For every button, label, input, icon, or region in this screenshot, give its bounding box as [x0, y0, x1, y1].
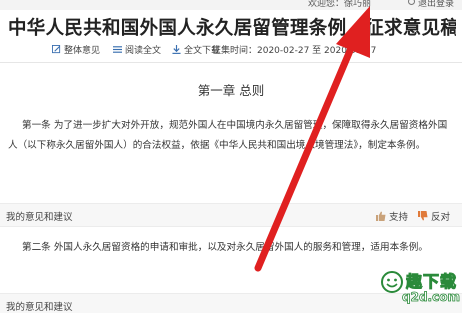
- read-full-label: 阅读全文: [125, 46, 162, 56]
- smiley-logo-icon: [381, 271, 403, 293]
- watermark: 趣下载 q2d.com: [380, 268, 462, 313]
- list-icon: [113, 46, 122, 53]
- meta-toolbar: 整体意见 阅读全文 全文下载 征集时间：2020-02-27 至 2020-03…: [0, 43, 462, 59]
- chapter-title: 第一章 总则: [197, 83, 265, 98]
- welcome-user-text: 欢迎您：徐巧丽: [308, 0, 372, 9]
- thumb-down-icon: [418, 211, 428, 221]
- support-button[interactable]: 支持: [376, 209, 408, 223]
- oppose-label: 反对: [431, 212, 451, 223]
- read-full-button[interactable]: 阅读全文: [113, 43, 161, 56]
- watermark-sub-text: q2d.com: [402, 290, 461, 305]
- my-opinion-link[interactable]: 我的意见和建议: [6, 299, 73, 313]
- overall-opinion-button[interactable]: 整体意见: [52, 43, 100, 56]
- top-bar: 欢迎您：徐巧丽 退出登录: [0, 0, 462, 10]
- article-1-text: 第一条 为了进一步扩大对外开放，规范外国人在中国境内永久居留管理，保障取得永久居…: [8, 120, 448, 151]
- divider: [0, 62, 462, 63]
- oppose-button[interactable]: 反对: [418, 209, 450, 223]
- logout-link[interactable]: 退出登录: [418, 0, 454, 9]
- watermark-main-text: 趣下载: [405, 272, 458, 292]
- support-label: 支持: [389, 212, 409, 223]
- my-opinion-link[interactable]: 我的意见和建议: [6, 209, 73, 223]
- page-title: 中华人民共和国外国人永久居留管理条例（征求意见稿）: [8, 18, 456, 39]
- article-2-text: 第二条 外国人永久居留资格的申请和审批，以及对永久居留外国人的服务和管理，适用本…: [22, 242, 428, 253]
- download-icon: [172, 45, 181, 54]
- opinion-bar-1: 我的意见和建议 支持 反对: [0, 203, 462, 227]
- collection-period: 征集时间：2020-02-27 至 2020-03-27: [212, 46, 377, 56]
- power-icon[interactable]: [408, 0, 415, 5]
- thumb-up-icon: [376, 211, 386, 221]
- overall-opinion-label: 整体意见: [64, 46, 101, 56]
- edit-icon: [52, 45, 61, 54]
